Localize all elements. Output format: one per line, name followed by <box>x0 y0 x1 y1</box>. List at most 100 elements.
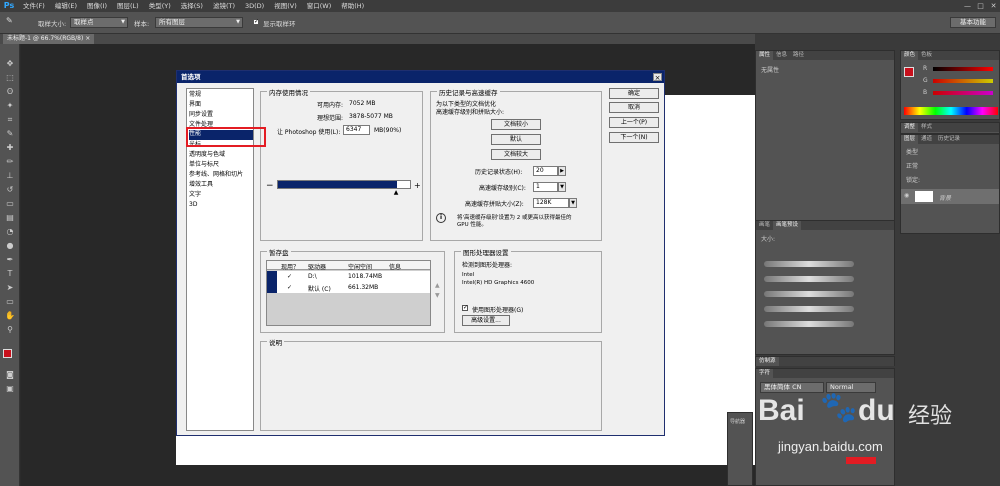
screen-mode-icon[interactable]: ▣ <box>3 383 17 395</box>
close-icon[interactable]: × <box>653 73 662 82</box>
minimize-button[interactable]: — <box>961 0 974 12</box>
foreground-color-swatch[interactable] <box>3 349 12 358</box>
b-slider[interactable] <box>933 91 993 95</box>
close-window-button[interactable]: ✕ <box>987 0 1000 12</box>
pen-tool-icon[interactable]: ✒ <box>3 254 17 266</box>
category-sync[interactable]: 同步设置 <box>189 111 213 119</box>
foreground-color-swatch[interactable] <box>904 67 914 77</box>
brush-preset-5[interactable] <box>764 321 854 327</box>
tab-styles[interactable]: 样式 <box>918 123 935 132</box>
tile-size-dropdown[interactable]: ▼ <box>569 198 577 208</box>
tab-info[interactable]: 信息 <box>773 51 790 60</box>
brush-preset-1[interactable] <box>764 261 854 267</box>
category-interface[interactable]: 界面 <box>189 101 201 109</box>
tall-thin-button[interactable]: 文档较小 <box>491 119 541 130</box>
cache-levels-spinner[interactable]: ▼ <box>558 182 566 192</box>
tab-swatches[interactable]: 色板 <box>918 51 935 60</box>
healing-tool-icon[interactable]: ✚ <box>3 142 17 154</box>
r-slider[interactable] <box>933 67 993 71</box>
quick-select-tool-icon[interactable]: ✦ <box>3 100 17 112</box>
menu-image[interactable]: 图像(I) <box>82 0 112 12</box>
close-icon[interactable]: × <box>85 35 90 42</box>
layer-row[interactable]: ◉ 背景 <box>901 189 999 204</box>
ps-use-input[interactable]: 6347 <box>343 125 370 135</box>
big-flat-button[interactable]: 文档较大 <box>491 149 541 160</box>
workspace-select[interactable]: 基本功能 <box>950 17 996 28</box>
menu-select[interactable]: 选择(S) <box>176 0 208 12</box>
advanced-settings-button[interactable]: 高级设置... <box>462 315 510 326</box>
menu-view[interactable]: 视图(V) <box>269 0 302 12</box>
maximize-button[interactable]: □ <box>974 0 987 12</box>
menu-3d[interactable]: 3D(D) <box>240 0 269 12</box>
history-states-spinner[interactable]: ▶ <box>558 166 566 176</box>
category-guides[interactable]: 参考线、网格和切片 <box>189 171 243 179</box>
quick-mask-icon[interactable]: ◙ <box>3 369 17 381</box>
menu-edit[interactable]: 编辑(E) <box>50 0 82 12</box>
ok-button[interactable]: 确定 <box>609 88 659 99</box>
memory-slider-track[interactable] <box>277 180 411 189</box>
hand-tool-icon[interactable]: ✋ <box>3 310 17 322</box>
tab-character[interactable]: 字符 <box>756 369 774 378</box>
move-down-icon[interactable]: ▼ <box>435 292 440 299</box>
stamp-tool-icon[interactable]: ⊥ <box>3 170 17 182</box>
show-ring-checkbox[interactable]: ✓ <box>253 19 259 25</box>
category-plugins[interactable]: 增效工具 <box>189 181 213 189</box>
category-transparency[interactable]: 透明度与色域 <box>189 151 225 159</box>
eye-icon[interactable]: ◉ <box>904 192 909 199</box>
category-units[interactable]: 单位与标尺 <box>189 161 219 169</box>
eyedropper-icon[interactable]: ✎ <box>6 16 13 25</box>
row-active-check[interactable]: ✓ <box>287 284 292 291</box>
table-row[interactable]: ✓ D:\ 1018.74MB <box>267 271 430 282</box>
tab-adjustments[interactable]: 调整 <box>901 123 919 132</box>
category-3d[interactable]: 3D <box>189 201 197 209</box>
use-gpu-checkbox[interactable]: ✓ <box>462 305 468 311</box>
blend-mode-select[interactable]: 正常 <box>906 161 918 170</box>
category-general[interactable]: 常规 <box>189 91 201 99</box>
color-spectrum[interactable] <box>904 107 998 115</box>
dodge-tool-icon[interactable]: ● <box>3 240 17 252</box>
type-tool-icon[interactable]: T <box>3 268 17 280</box>
next-button[interactable]: 下一个(N) <box>609 132 659 143</box>
default-button[interactable]: 默认 <box>491 134 541 145</box>
document-tab[interactable]: 未标题-1 @ 66.7%(RGB/8) × <box>3 34 95 44</box>
cache-levels-input[interactable]: 1 <box>533 182 558 192</box>
brush-preset-3[interactable] <box>764 291 854 297</box>
gradient-tool-icon[interactable]: ▤ <box>3 212 17 224</box>
tab-brush[interactable]: 画笔 <box>756 221 773 230</box>
marquee-tool-icon[interactable]: ⬚ <box>3 72 17 84</box>
eraser-tool-icon[interactable]: ▭ <box>3 198 17 210</box>
sample-select[interactable]: 所有图层 ▼ <box>155 17 243 28</box>
crop-tool-icon[interactable]: ⌗ <box>3 114 17 126</box>
cancel-button[interactable]: 取消 <box>609 102 659 113</box>
increase-icon[interactable]: + <box>414 181 421 190</box>
tab-channels[interactable]: 通道 <box>918 135 935 144</box>
category-type[interactable]: 文字 <box>189 191 201 199</box>
tab-color[interactable]: 颜色 <box>901 51 919 60</box>
eyedropper-tool-icon[interactable]: ✎ <box>3 128 17 140</box>
history-brush-icon[interactable]: ↺ <box>3 184 17 196</box>
brush-preset-4[interactable] <box>764 306 854 312</box>
previous-button[interactable]: 上一个(P) <box>609 117 659 128</box>
layer-kind-filter[interactable]: 类型 <box>906 147 918 156</box>
decrease-icon[interactable]: − <box>266 181 274 191</box>
menu-filter[interactable]: 滤镜(T) <box>208 0 240 12</box>
move-up-icon[interactable]: ▲ <box>435 282 440 289</box>
tab-properties[interactable]: 属性 <box>756 51 774 60</box>
shape-tool-icon[interactable]: ▭ <box>3 296 17 308</box>
brush-tool-icon[interactable]: ✏ <box>3 156 17 168</box>
g-slider[interactable] <box>933 79 993 83</box>
tab-history[interactable]: 历史记录 <box>935 135 963 144</box>
menu-layer[interactable]: 图层(L) <box>112 0 144 12</box>
tab-paths[interactable]: 路径 <box>790 51 807 60</box>
slider-thumb-icon[interactable]: ▲ <box>394 189 399 196</box>
menu-help[interactable]: 帮助(H) <box>336 0 369 12</box>
brush-preset-2[interactable] <box>764 276 854 282</box>
zoom-tool-icon[interactable]: ⚲ <box>3 324 17 336</box>
menu-file[interactable]: 文件(F) <box>18 0 50 12</box>
menu-window[interactable]: 窗口(W) <box>302 0 337 12</box>
tile-size-select[interactable]: 128K <box>533 198 569 208</box>
path-select-tool-icon[interactable]: ➤ <box>3 282 17 294</box>
tab-clone-source[interactable]: 仿制源 <box>756 357 779 366</box>
menu-type[interactable]: 类型(Y) <box>144 0 176 12</box>
tab-layers[interactable]: 图层 <box>901 135 919 144</box>
